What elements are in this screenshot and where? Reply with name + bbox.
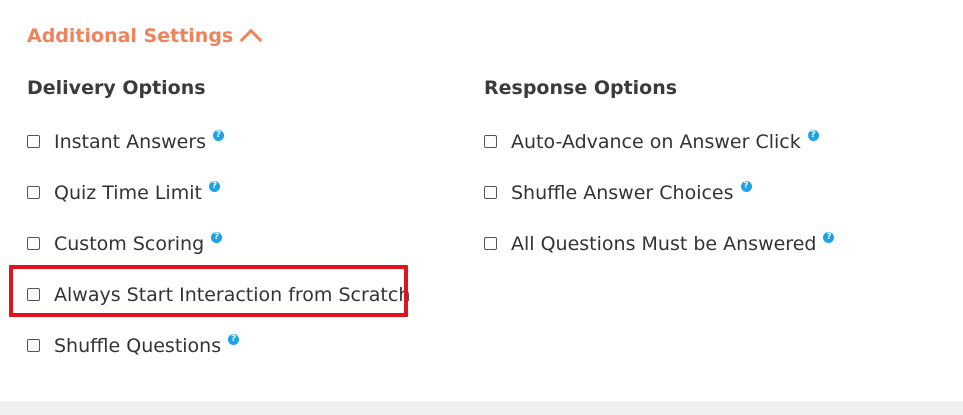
question-circle-icon[interactable]: ? bbox=[208, 181, 220, 192]
all-questions-must-be-answered-label: All Questions Must be Answered bbox=[511, 232, 817, 255]
question-circle-icon[interactable]: ? bbox=[213, 130, 225, 141]
response-options-heading: Response Options bbox=[484, 77, 678, 99]
instant-answers-checkbox[interactable] bbox=[27, 135, 40, 148]
quiz-time-limit-checkbox[interactable] bbox=[27, 186, 40, 199]
custom-scoring-label: Custom Scoring bbox=[54, 232, 205, 255]
response-options-section: Response Options Auto-Advance on Answer … bbox=[484, 74, 835, 269]
highlight-annotation-box bbox=[9, 265, 408, 317]
footer-divider-bar bbox=[0, 401, 963, 415]
question-circle-icon[interactable]: ? bbox=[740, 181, 752, 192]
all-questions-must-be-answered-checkbox[interactable] bbox=[484, 237, 497, 250]
question-circle-icon[interactable]: ? bbox=[823, 232, 835, 243]
auto-advance-label: Auto-Advance on Answer Click bbox=[511, 130, 801, 153]
shuffle-answer-choices-checkbox[interactable] bbox=[484, 186, 497, 199]
option-instant-answers[interactable]: Instant Answers ? bbox=[27, 116, 410, 167]
chevron-up-icon bbox=[239, 28, 263, 52]
auto-advance-checkbox[interactable] bbox=[484, 135, 497, 148]
delivery-options-heading: Delivery Options bbox=[27, 77, 206, 99]
option-shuffle-questions[interactable]: Shuffle Questions ? bbox=[27, 320, 410, 371]
option-custom-scoring[interactable]: Custom Scoring ? bbox=[27, 218, 410, 269]
question-circle-icon[interactable]: ? bbox=[807, 130, 819, 141]
shuffle-questions-label: Shuffle Questions bbox=[54, 334, 222, 357]
shuffle-questions-checkbox[interactable] bbox=[27, 339, 40, 352]
option-auto-advance[interactable]: Auto-Advance on Answer Click ? bbox=[484, 116, 834, 167]
shuffle-answer-choices-label: Shuffle Answer Choices bbox=[511, 181, 734, 204]
question-circle-icon[interactable]: ? bbox=[228, 334, 240, 345]
additional-settings-label: Additional Settings bbox=[27, 25, 234, 47]
instant-answers-label: Instant Answers bbox=[54, 130, 207, 153]
option-shuffle-answer-choices[interactable]: Shuffle Answer Choices ? bbox=[484, 167, 834, 218]
question-circle-icon[interactable]: ? bbox=[211, 232, 223, 243]
delivery-options-section: Delivery Options Instant Answers ? Quiz … bbox=[27, 74, 410, 371]
custom-scoring-checkbox[interactable] bbox=[27, 237, 40, 250]
option-quiz-time-limit[interactable]: Quiz Time Limit ? bbox=[27, 167, 410, 218]
settings-panel: Additional Settings Delivery Options Ins… bbox=[0, 0, 963, 415]
quiz-time-limit-label: Quiz Time Limit bbox=[54, 181, 202, 204]
option-all-questions-must-be-answered[interactable]: All Questions Must be Answered ? bbox=[484, 218, 835, 269]
additional-settings-toggle[interactable]: Additional Settings bbox=[27, 24, 263, 52]
